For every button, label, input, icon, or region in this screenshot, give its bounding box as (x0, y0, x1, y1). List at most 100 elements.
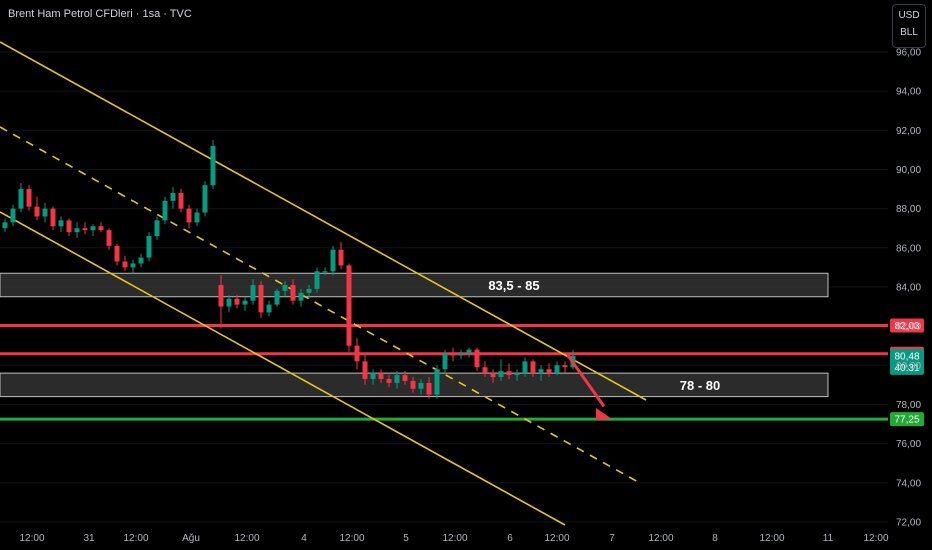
candle-body (10, 208, 16, 223)
candle-body (498, 371, 504, 378)
x-tick-label: 12:00 (544, 533, 569, 544)
candle-body (458, 353, 464, 356)
x-tick-label: 12:00 (863, 533, 888, 544)
candle-body (314, 271, 320, 289)
candle-body (162, 200, 168, 221)
candle-body (82, 228, 88, 231)
forecast-arrow-head (596, 408, 612, 420)
candle-body (74, 228, 80, 233)
y-tick-label: 82,00 (896, 322, 921, 333)
channel-mid-line (0, 126, 641, 484)
x-tick-label: 7 (609, 533, 615, 544)
zone-label-2: 78 - 80 (680, 378, 720, 393)
x-tick-label: 12:00 (759, 533, 784, 544)
candle-body (442, 353, 448, 370)
candle-body (338, 249, 344, 266)
x-tick-label: 6 (507, 533, 513, 544)
x-tick-label: 12:00 (339, 533, 364, 544)
candle-body (226, 298, 232, 307)
candle-body (562, 365, 568, 368)
candle-body (66, 220, 72, 233)
candle-body (434, 369, 440, 395)
x-tick-label: 11 (823, 533, 834, 544)
candle-body (386, 378, 392, 383)
currency-label[interactable]: USD (893, 7, 925, 24)
x-tick-label: 5 (403, 533, 409, 544)
candle-body (170, 192, 176, 201)
candle-body (146, 236, 152, 258)
candle-body (282, 285, 288, 291)
candle-body (346, 265, 352, 346)
candle-body (426, 382, 432, 395)
x-tick-label: 4 (301, 533, 307, 544)
zone-label-1: 83,5 - 85 (488, 278, 539, 293)
candle-body (266, 304, 272, 313)
candle-body (194, 212, 200, 223)
candle-body (290, 285, 296, 301)
candle-body (98, 226, 104, 231)
candle-body (130, 263, 136, 268)
candle-body (546, 369, 552, 374)
candle-body (90, 226, 96, 231)
unit-label[interactable]: BLL (893, 24, 925, 41)
candle-body (394, 375, 400, 383)
y-tick-label: 96,00 (896, 48, 921, 59)
candle-body (250, 285, 256, 301)
x-tick-label: 12:00 (234, 533, 259, 544)
candle-body (258, 285, 264, 313)
x-tick-label: Ağu (182, 533, 200, 544)
y-tick-label: 72,00 (896, 517, 921, 528)
y-tick-label: 88,00 (896, 204, 921, 215)
candle-body (34, 206, 40, 217)
x-tick-label: 12:00 (648, 533, 673, 544)
candle-body (234, 298, 240, 305)
x-tick-label: 31 (83, 533, 95, 544)
candle-body (474, 349, 480, 368)
level-badge-label-3: 77,25 (894, 415, 919, 426)
candle-body (122, 261, 128, 268)
candle-body (466, 349, 472, 354)
candle-body (450, 353, 456, 356)
candle-body (154, 220, 160, 237)
candle-body (42, 208, 48, 217)
candle-body (538, 369, 544, 374)
candle-body (514, 373, 520, 376)
candle-body (490, 373, 496, 378)
y-tick-label: 94,00 (896, 87, 921, 98)
candle-body (58, 220, 64, 227)
y-tick-label: 74,00 (896, 478, 921, 489)
y-tick-label: 86,00 (896, 243, 921, 254)
zone-box-1 (0, 272, 829, 298)
candle-body (306, 288, 312, 293)
channel-lower-line (0, 211, 566, 526)
candle-body (402, 375, 408, 381)
candle-body (186, 208, 192, 223)
price-chart[interactable]: 83,5 - 8578 - 80 82,0380,5977,2580,4840:… (0, 0, 932, 550)
candle-body (2, 222, 8, 229)
y-tick-label: 76,00 (896, 439, 921, 450)
candle-body (418, 382, 424, 389)
candle-body (106, 230, 112, 246)
candle-body (330, 249, 336, 272)
candle-body (522, 361, 528, 374)
y-tick-label: 84,00 (896, 282, 921, 293)
y-tick-label: 92,00 (896, 126, 921, 137)
candle-body (482, 367, 488, 374)
candle-body (242, 300, 248, 305)
y-tick-label: 80,00 (896, 361, 921, 372)
candle-body (298, 292, 304, 301)
candle-body (210, 145, 216, 186)
y-tick-label: 78,00 (896, 400, 921, 411)
unit-selector[interactable]: USD BLL (892, 4, 926, 48)
candle-body (178, 192, 184, 209)
candle-body (554, 365, 560, 374)
y-tick-label: 90,00 (896, 165, 921, 176)
candle-body (530, 361, 536, 374)
x-tick-label: 12:00 (123, 533, 148, 544)
candle-body (50, 208, 56, 227)
candle-body (218, 285, 224, 307)
candle-body (274, 290, 280, 305)
chart-title: Brent Ham Petrol CFDleri · 1sa · TVC (8, 8, 192, 20)
candle-body (202, 185, 208, 213)
candle-body (138, 257, 144, 264)
